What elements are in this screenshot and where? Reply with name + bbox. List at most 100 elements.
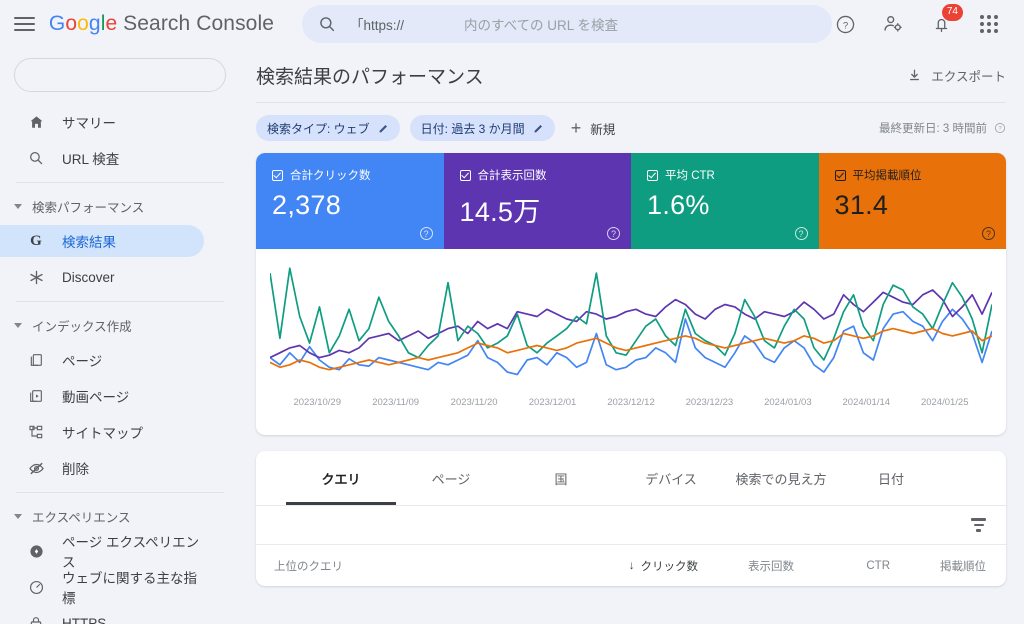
table-column-header[interactable]: CTR bbox=[794, 560, 890, 572]
checkbox-icon[interactable] bbox=[647, 170, 658, 181]
search-icon bbox=[26, 148, 46, 168]
sidebar-item-video-pages[interactable]: 動画ページ bbox=[0, 380, 204, 412]
home-icon bbox=[26, 112, 46, 132]
core-web-vitals-icon bbox=[26, 577, 46, 597]
search-placeholder-text: 内のすべての URL を検査 bbox=[464, 14, 618, 34]
table-column-header[interactable]: ↓クリック数 bbox=[602, 558, 698, 574]
chart-x-tick-label: 2024/01/25 bbox=[906, 397, 984, 408]
checkbox-icon[interactable] bbox=[272, 170, 283, 181]
chart-x-tick-label: 2023/11/09 bbox=[356, 397, 434, 408]
tab-4[interactable]: 検索での見え方 bbox=[726, 451, 836, 505]
search-prefix-text: 「https:// bbox=[350, 14, 404, 34]
export-button[interactable]: エクスポート bbox=[907, 66, 1006, 85]
filter-list-icon[interactable] bbox=[971, 518, 986, 531]
sidebar-item-page-experience[interactable]: ページ エクスペリエンス bbox=[0, 535, 204, 567]
notification-badge-count: 74 bbox=[942, 4, 963, 21]
tab-1[interactable]: ページ bbox=[396, 451, 506, 505]
apps-grid-icon[interactable] bbox=[976, 11, 1002, 37]
sidebar-item-https[interactable]: HTTPS bbox=[0, 607, 204, 624]
tab-3[interactable]: デバイス bbox=[616, 451, 726, 505]
performance-chart: 2023/10/292023/11/092023/11/202023/12/01… bbox=[256, 249, 1006, 435]
top-bar-icons: ? 74 bbox=[832, 11, 1010, 37]
sidebar-item-label: 削除 bbox=[62, 458, 89, 478]
table-header-row: 上位のクエリ↓クリック数 表示回数 CTR 掲載順位 bbox=[256, 544, 1006, 586]
sidebar-section-indexing[interactable]: インデックス作成 bbox=[0, 310, 240, 340]
metric-card-position[interactable]: 平均掲載順位 31.4 ? bbox=[819, 153, 1007, 249]
video-pages-icon bbox=[26, 386, 46, 406]
sidebar-divider bbox=[16, 301, 224, 302]
filter-chip-search-type[interactable]: 検索タイプ: ウェブ bbox=[256, 115, 400, 141]
table-column-header[interactable]: 掲載順位 bbox=[890, 558, 986, 574]
dimension-table-card: クエリページ国デバイス検索での見え方日付 上位のクエリ↓クリック数 表示回数 CTR… bbox=[256, 451, 1006, 586]
chart-series-line bbox=[270, 309, 992, 374]
metric-card-impressions[interactable]: 合計表示回数 14.5万 ? bbox=[444, 153, 632, 249]
metric-cards: 合計クリック数 2,378 ? 合計表示回数 14.5万 ? 平均 CTR 1.… bbox=[256, 153, 1006, 249]
sidebar-item-discover[interactable]: Discover bbox=[0, 261, 204, 293]
checkbox-icon[interactable] bbox=[835, 170, 846, 181]
body: サマリー URL 検査 検索パフォーマンス G 検索結果 bbox=[0, 48, 1024, 624]
metric-card-clicks[interactable]: 合計クリック数 2,378 ? bbox=[256, 153, 444, 249]
sidebar-item-label: ページ エクスペリエンス bbox=[62, 531, 204, 571]
metric-card-ctr[interactable]: 平均 CTR 1.6% ? bbox=[631, 153, 819, 249]
sidebar-item-label: サマリー bbox=[62, 112, 116, 132]
url-inspection-search-bar[interactable]: 「https:// 内のすべての URL を検査 bbox=[302, 5, 832, 43]
app-logo: Google Search Console bbox=[49, 12, 274, 36]
metric-value: 2,378 bbox=[272, 190, 430, 221]
add-filter-label: 新規 bbox=[590, 119, 615, 138]
table-toolbar bbox=[256, 506, 1006, 544]
hamburger-menu-icon[interactable] bbox=[14, 11, 35, 37]
metric-label: 合計クリック数 bbox=[290, 167, 371, 183]
sort-arrow-down-icon: ↓ bbox=[629, 560, 635, 572]
help-icon[interactable]: ? bbox=[607, 227, 620, 240]
sidebar-item-core-web-vitals[interactable]: ウェブに関する主な指標 bbox=[0, 571, 204, 603]
chart-x-tick-label: 2023/11/20 bbox=[435, 397, 513, 408]
pencil-icon bbox=[533, 123, 544, 134]
checkbox-icon[interactable] bbox=[460, 170, 471, 181]
sidebar-item-removals[interactable]: 削除 bbox=[0, 452, 204, 484]
caret-down-icon bbox=[14, 514, 22, 519]
sidebar-item-sitemaps[interactable]: サイトマップ bbox=[0, 416, 204, 448]
pencil-icon bbox=[378, 123, 389, 134]
chart-x-tick-label: 2023/10/29 bbox=[278, 397, 356, 408]
filter-chip-date[interactable]: 日付: 過去 3 か月間 bbox=[410, 115, 555, 141]
tab-2[interactable]: 国 bbox=[506, 451, 616, 505]
sidebar-section-experience[interactable]: エクスペリエンス bbox=[0, 501, 240, 531]
help-icon[interactable]: ? bbox=[832, 11, 858, 37]
search-icon bbox=[318, 15, 336, 33]
table-column-header[interactable]: 上位のクエリ bbox=[274, 558, 602, 574]
sidebar-section-search-performance[interactable]: 検索パフォーマンス bbox=[0, 191, 240, 221]
table-column-label: CTR bbox=[866, 560, 890, 572]
chart-x-tick-label: 2023/12/12 bbox=[592, 397, 670, 408]
metric-label: 平均掲載順位 bbox=[853, 167, 922, 183]
help-icon[interactable]: ? bbox=[795, 227, 808, 240]
help-icon[interactable]: ? bbox=[994, 122, 1006, 134]
sidebar-section-label: インデックス作成 bbox=[32, 316, 132, 335]
page-title: 検索結果のパフォーマンス bbox=[256, 62, 484, 89]
table-column-label: 表示回数 bbox=[748, 561, 794, 573]
sidebar-section-label: 検索パフォーマンス bbox=[32, 197, 144, 216]
sidebar-item-label: URL 検査 bbox=[62, 148, 119, 168]
sidebar-item-summary[interactable]: サマリー bbox=[0, 106, 204, 138]
chart-series-line bbox=[270, 268, 992, 360]
account-settings-icon[interactable] bbox=[880, 11, 906, 37]
table-column-header[interactable]: 表示回数 bbox=[698, 558, 794, 574]
last-updated-info: 最終更新日: 3 時間前 ? bbox=[879, 120, 1006, 136]
chart-lines bbox=[270, 259, 992, 391]
sidebar-item-url-inspection[interactable]: URL 検査 bbox=[0, 142, 204, 174]
chart-x-tick-label: 2024/01/14 bbox=[827, 397, 905, 408]
add-filter-button[interactable]: + 新規 bbox=[571, 119, 616, 138]
sidebar-item-label: ページ bbox=[62, 350, 102, 370]
lock-icon bbox=[26, 613, 46, 624]
table-column-label: 掲載順位 bbox=[940, 561, 986, 573]
sidebar-item-pages[interactable]: ページ bbox=[0, 344, 204, 376]
tab-0[interactable]: クエリ bbox=[286, 451, 396, 505]
tab-5[interactable]: 日付 bbox=[836, 451, 946, 505]
help-icon[interactable]: ? bbox=[420, 227, 433, 240]
download-icon bbox=[907, 68, 922, 83]
notifications-bell-icon[interactable]: 74 bbox=[928, 11, 954, 37]
help-icon[interactable]: ? bbox=[982, 227, 995, 240]
sidebar-item-search-results[interactable]: G 検索結果 bbox=[0, 225, 204, 257]
metric-value: 14.5万 bbox=[460, 190, 618, 229]
metric-label: 合計表示回数 bbox=[478, 167, 547, 183]
property-selector[interactable] bbox=[14, 58, 226, 92]
